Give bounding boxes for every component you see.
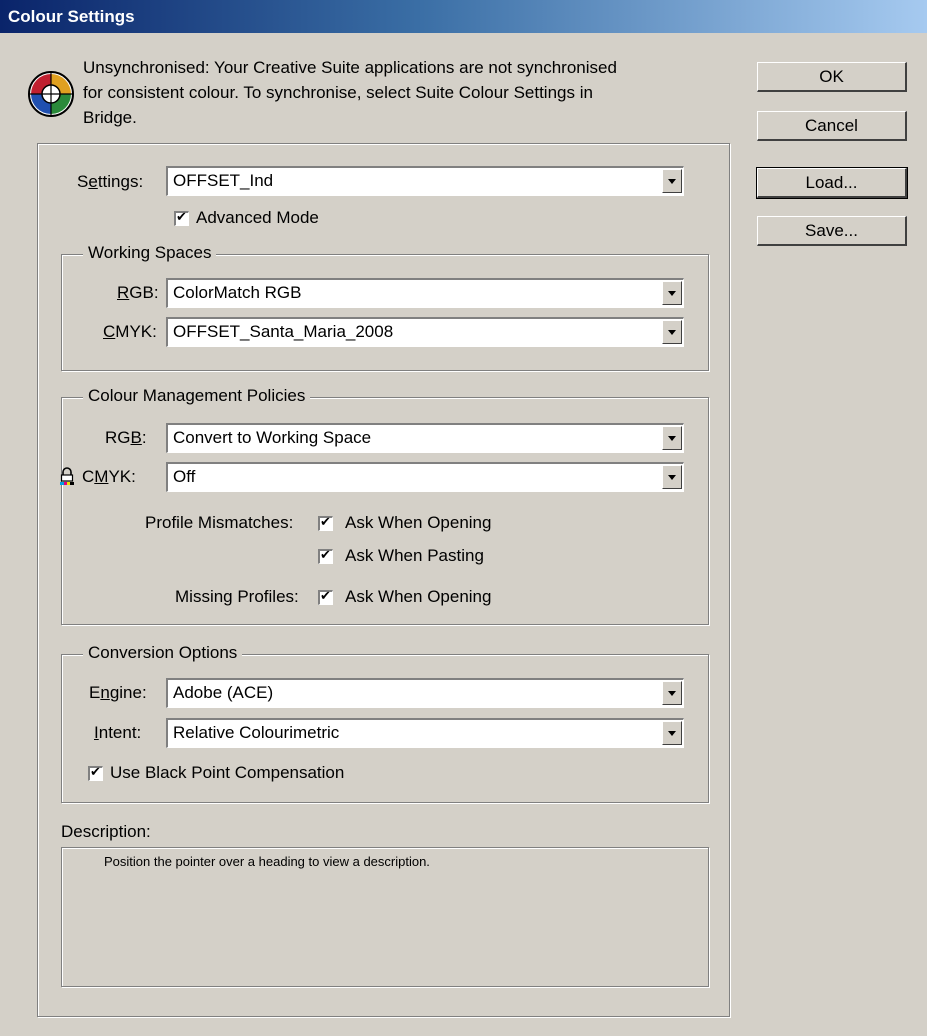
lock-icon xyxy=(60,467,74,485)
chevron-down-icon[interactable] xyxy=(662,426,682,450)
missing-ask-opening-checkbox[interactable] xyxy=(318,588,333,606)
cancel-button[interactable]: Cancel xyxy=(757,111,907,141)
load-button[interactable]: Load... xyxy=(756,167,908,199)
working-spaces-group xyxy=(61,254,709,371)
mismatch-ask-opening-checkbox[interactable] xyxy=(318,514,333,532)
window-title: Colour Settings xyxy=(8,7,135,26)
description-label: Description: xyxy=(61,822,151,841)
mismatch-ask-opening-label: Ask When Opening xyxy=(345,513,492,532)
advanced-mode-checkbox[interactable] xyxy=(174,209,189,227)
policy-rgb-label: RGB: xyxy=(105,428,147,447)
policy-rgb-value: Convert to Working Space xyxy=(173,428,372,447)
policy-cmyk-select[interactable]: Off xyxy=(166,462,684,492)
policy-rgb-select[interactable]: Convert to Working Space xyxy=(166,423,684,453)
missing-ask-opening-label: Ask When Opening xyxy=(345,587,492,606)
mismatch-ask-pasting-checkbox[interactable] xyxy=(318,547,333,565)
black-point-compensation-checkbox[interactable] xyxy=(88,764,103,782)
engine-label: Engine: xyxy=(89,683,147,702)
working-rgb-select[interactable]: ColorMatch RGB xyxy=(166,278,684,308)
title-bar: Colour Settings xyxy=(0,0,927,33)
sync-message-line1: Unsynchronised: Your Creative Suite appl… xyxy=(83,58,617,77)
working-cmyk-value: OFFSET_Santa_Maria_2008 xyxy=(173,322,394,341)
working-rgb-value: ColorMatch RGB xyxy=(173,283,302,302)
black-point-compensation-label: Use Black Point Compensation xyxy=(110,763,345,782)
intent-select[interactable]: Relative Colourimetric xyxy=(166,718,684,748)
ok-button[interactable]: OK xyxy=(757,62,907,92)
policy-cmyk-label: CMYK: xyxy=(82,467,136,486)
chevron-down-icon[interactable] xyxy=(662,320,682,344)
policy-cmyk-value: Off xyxy=(173,467,196,486)
engine-value: Adobe (ACE) xyxy=(173,683,274,702)
settings-value: OFFSET_Ind xyxy=(173,171,274,190)
chevron-down-icon[interactable] xyxy=(662,721,682,745)
working-cmyk-select[interactable]: OFFSET_Santa_Maria_2008 xyxy=(166,317,684,347)
sync-status-message: Unsynchronised: Your Creative Suite appl… xyxy=(83,55,723,130)
settings-select[interactable]: OFFSET_Ind xyxy=(166,166,684,196)
colour-policies-title: Colour Management Policies xyxy=(83,386,311,406)
intent-label: Intent: xyxy=(94,723,142,742)
mismatch-ask-pasting-label: Ask When Pasting xyxy=(345,546,484,565)
advanced-mode-label: Advanced Mode xyxy=(196,208,319,227)
chevron-down-icon[interactable] xyxy=(662,169,682,193)
colour-sync-icon xyxy=(28,71,74,117)
working-spaces-title: Working Spaces xyxy=(83,243,217,263)
working-rgb-label: RGB: xyxy=(117,283,159,302)
missing-profiles-label: Missing Profiles: xyxy=(175,587,299,606)
chevron-down-icon[interactable] xyxy=(662,281,682,305)
sync-message-line2: for consistent colour. To synchronise, s… xyxy=(83,83,593,102)
intent-value: Relative Colourimetric xyxy=(173,723,340,742)
description-box: Position the pointer over a heading to v… xyxy=(61,847,709,987)
profile-mismatches-label: Profile Mismatches: xyxy=(145,513,294,532)
engine-select[interactable]: Adobe (ACE) xyxy=(166,678,684,708)
working-cmyk-label: CMYK: xyxy=(103,322,157,341)
description-text: Position the pointer over a heading to v… xyxy=(104,854,430,869)
sync-message-line3: Bridge. xyxy=(83,108,137,127)
conversion-options-title: Conversion Options xyxy=(83,643,243,663)
chevron-down-icon[interactable] xyxy=(662,681,682,705)
settings-label: Settings: xyxy=(77,172,144,191)
save-button[interactable]: Save... xyxy=(757,216,907,246)
chevron-down-icon[interactable] xyxy=(662,465,682,489)
